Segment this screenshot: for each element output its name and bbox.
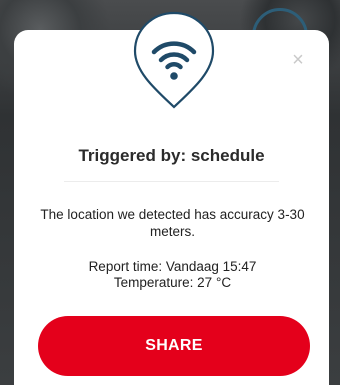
- share-button[interactable]: SHARE: [38, 316, 310, 376]
- close-icon[interactable]: ×: [290, 50, 306, 70]
- report-details: Report time: Vandaag 15:47 Temperature: …: [30, 259, 315, 291]
- report-time: Report time: Vandaag 15:47: [88, 259, 257, 274]
- temperature: Temperature: 27 °C: [113, 275, 232, 290]
- dialog-title: Triggered by: schedule: [78, 146, 265, 165]
- accuracy-text: The location we detected has accuracy 3-…: [40, 207, 305, 239]
- wifi-location-pin-icon: [133, 11, 215, 109]
- divider: [64, 181, 279, 182]
